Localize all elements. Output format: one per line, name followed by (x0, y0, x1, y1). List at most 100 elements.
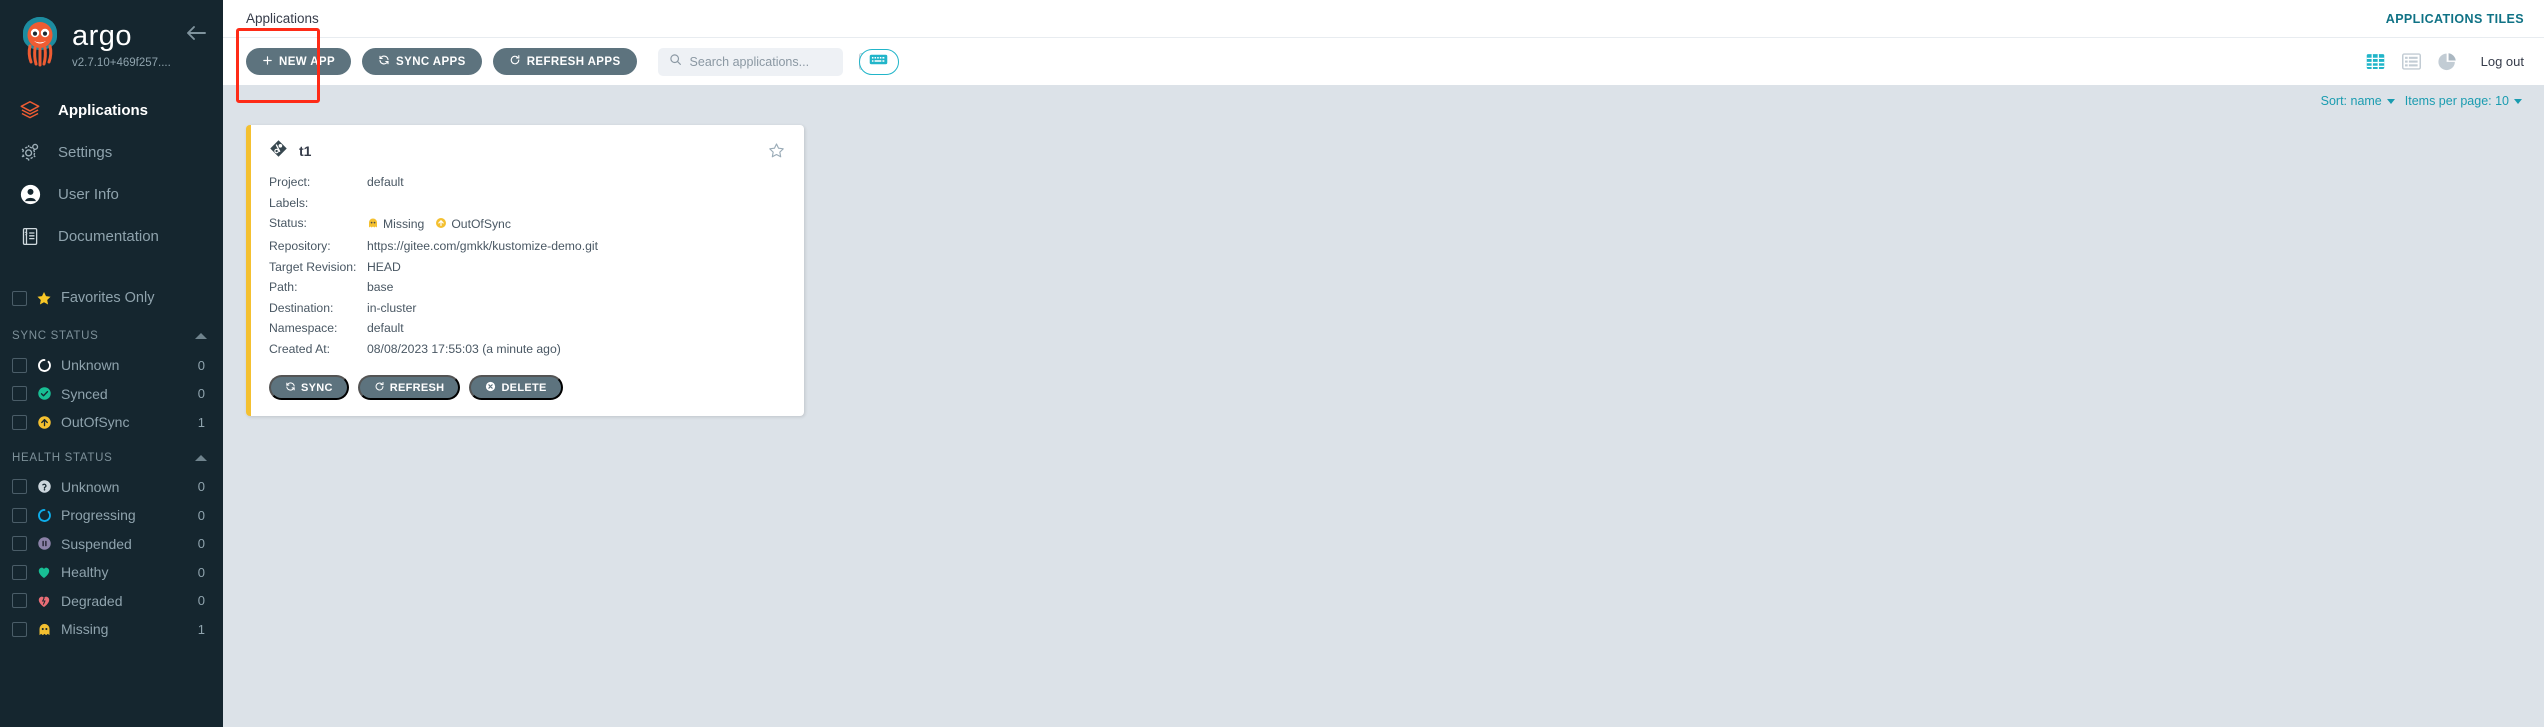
filter-checkbox[interactable] (12, 357, 27, 373)
sync-apps-button[interactable]: SYNC APPS (362, 48, 482, 75)
card-sync-button[interactable]: SYNC (269, 375, 349, 401)
card-field-created-at: Created At: 08/08/2023 17:55:03 (a minut… (269, 339, 786, 360)
filter-count: 1 (197, 621, 205, 637)
brand-text-block: argo v2.7.10+469f257.... (72, 16, 171, 70)
application-card-t1[interactable]: t1 Project: default Labels: Status: Miss… (246, 125, 804, 417)
sidebar-item-settings[interactable]: Settings (0, 131, 223, 173)
favorites-only-filter[interactable]: Favorites Only (0, 281, 223, 315)
filter-checkbox[interactable] (12, 536, 27, 552)
plus-icon (262, 55, 273, 69)
refresh-apps-button[interactable]: REFRESH APPS (492, 48, 637, 75)
chevron-down-icon (2386, 98, 2395, 104)
sync-status-section-header[interactable]: SYNC STATUS (0, 321, 223, 351)
caret-up-icon[interactable] (195, 333, 207, 339)
field-value: default (367, 175, 404, 190)
sidebar-nav: Applications Settings User Info Document… (0, 89, 223, 257)
items-per-page-label: Items per page: 10 (2404, 94, 2509, 108)
grid-tiles-icon[interactable] (2365, 51, 2386, 72)
sidebar-item-user-info[interactable]: User Info (0, 173, 223, 215)
new-app-label: NEW APP (279, 55, 336, 68)
card-delete-button[interactable]: DELETE (469, 375, 563, 401)
applications-tiles-label[interactable]: APPLICATIONS TILES (2386, 12, 2524, 26)
sidebar-item-applications[interactable]: Applications (0, 89, 223, 131)
card-field-repository: Repository: https://gitee.com/gmkk/kusto… (269, 236, 786, 257)
sidebar-collapse-button[interactable] (183, 20, 209, 46)
applications-toolbar: NEW APP SYNC APPS REFRESH APPS Search ap… (223, 28, 2544, 103)
field-key: Namespace: (269, 321, 338, 336)
argocd-applications-page: argo v2.7.10+469f257.... Applications Se… (0, 0, 2544, 727)
field-key: Project: (269, 175, 311, 190)
keyboard-shortcuts-button[interactable] (858, 48, 899, 75)
keyboard-icon (869, 53, 888, 71)
sidebar: argo v2.7.10+469f257.... Applications Se… (0, 0, 223, 727)
chevron-down-icon (2514, 98, 2522, 104)
pause-circle-icon (36, 536, 52, 552)
refresh-apps-label: REFRESH APPS (526, 55, 621, 68)
filter-checkbox[interactable] (12, 479, 27, 495)
brand-header: argo v2.7.10+469f257.... (0, 0, 223, 69)
sort-controls: Sort: name Items per page: 10 (223, 85, 2544, 117)
status-badge-outofsync[interactable]: OutOfSync (435, 217, 511, 231)
filter-checkbox[interactable] (12, 621, 27, 637)
check-circle-icon (36, 386, 52, 402)
star-outline-icon[interactable] (768, 142, 786, 160)
filter-count: 0 (197, 593, 205, 609)
card-action-buttons: SYNC REFRESH DELETE (269, 375, 786, 401)
filter-label: Progressing (61, 507, 136, 524)
filter-checkbox[interactable] (12, 386, 27, 402)
card-field-destination: Destination: in-cluster (269, 297, 786, 318)
refresh-icon (374, 381, 385, 395)
sync-apps-label: SYNC APPS (396, 55, 466, 68)
heart-icon (36, 564, 52, 580)
sync-filter-synced[interactable]: Synced 0 (0, 380, 223, 409)
filter-checkbox[interactable] (12, 414, 27, 430)
filter-label: OutOfSync (61, 414, 130, 431)
filter-checkbox[interactable] (12, 507, 27, 523)
filter-label: Unknown (61, 478, 120, 495)
health-filter-degraded[interactable]: Degraded 0 (0, 587, 223, 616)
stack-layers-icon (18, 98, 42, 122)
sync-icon (378, 54, 390, 69)
refresh-icon (509, 54, 521, 69)
health-filter-healthy[interactable]: Healthy 0 (0, 558, 223, 587)
sidebar-item-documentation[interactable]: Documentation (0, 215, 223, 257)
card-field-status: Status: Missing OutOfSync (269, 213, 786, 236)
new-app-button[interactable]: NEW APP (246, 48, 352, 75)
card-delete-label: DELETE (501, 381, 547, 394)
sort-dropdown[interactable]: Sort: name (2321, 94, 2395, 108)
health-filter-progressing[interactable]: Progressing 0 (0, 501, 223, 530)
card-refresh-button[interactable]: REFRESH (357, 375, 461, 401)
filter-checkbox[interactable] (12, 593, 27, 609)
version-label: v2.7.10+469f257.... (72, 57, 171, 69)
health-filter-suspended[interactable]: Suspended 0 (0, 530, 223, 559)
logout-button[interactable]: Log out (2481, 54, 2524, 69)
sync-filter-outofsync[interactable]: OutOfSync 1 (0, 408, 223, 437)
health-filter-missing[interactable]: Missing 1 (0, 615, 223, 644)
filter-checkbox[interactable] (12, 564, 27, 580)
list-icon[interactable] (2401, 51, 2422, 72)
field-value[interactable]: https://gitee.com/gmkk/kustomize-demo.gi… (367, 240, 598, 252)
search-input[interactable] (689, 54, 851, 69)
search-box[interactable]: / (657, 47, 864, 76)
field-key: Repository: (269, 238, 331, 253)
brand-name: argo (72, 20, 133, 52)
status-label: Missing (383, 217, 425, 232)
kustomize-diamond-icon (269, 139, 288, 163)
field-key: Status: (269, 216, 307, 231)
gear-icon (18, 140, 42, 164)
sync-filter-unknown[interactable]: Unknown 0 (0, 351, 223, 380)
status-badge-missing[interactable]: Missing (367, 217, 424, 231)
health-status-section-header[interactable]: HEALTH STATUS (0, 443, 223, 473)
filter-count: 0 (197, 357, 205, 373)
health-status-title: HEALTH STATUS (12, 451, 113, 464)
favorites-checkbox[interactable] (12, 290, 27, 306)
items-per-page-dropdown[interactable]: Items per page: 10 (2405, 94, 2522, 108)
health-filter-unknown[interactable]: Unknown 0 (0, 473, 223, 502)
caret-up-icon[interactable] (195, 454, 207, 461)
application-name: t1 (299, 143, 312, 159)
card-sync-label: SYNC (301, 381, 333, 394)
card-field-target-revision: Target Revision: HEAD (269, 256, 786, 277)
filter-label: Degraded (61, 592, 123, 609)
pie-chart-icon[interactable] (2437, 51, 2458, 72)
breadcrumb[interactable]: Applications (246, 11, 319, 26)
